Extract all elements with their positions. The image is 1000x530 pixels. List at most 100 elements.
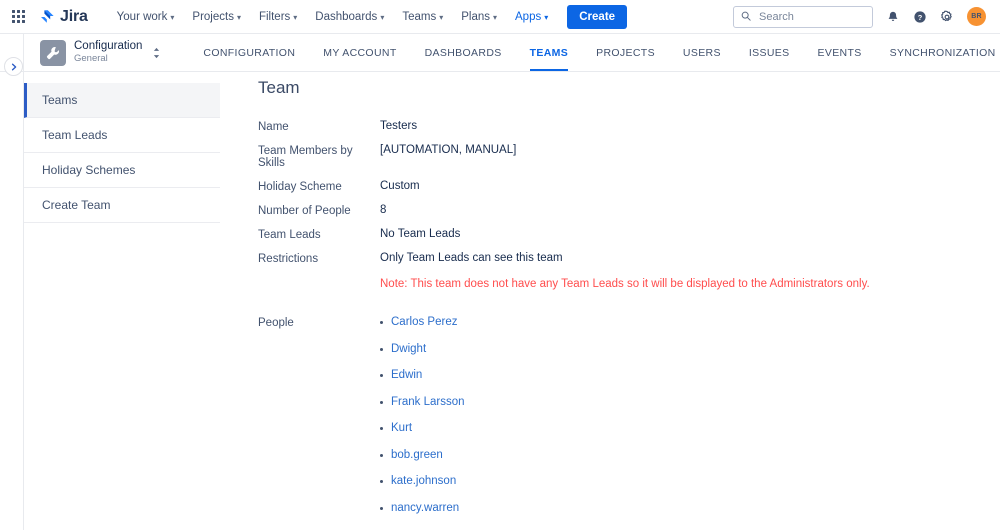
sidebar-item-create-team[interactable]: Create Team — [24, 188, 220, 223]
tab-configuration[interactable]: CONFIGURATION — [189, 34, 309, 71]
nav-item-dashboards[interactable]: Dashboards ▾ — [306, 5, 393, 29]
chevron-down-icon: ▾ — [293, 12, 298, 22]
field-value: [AUTOMATION, MANUAL] — [380, 144, 517, 156]
field-row-team-leads: Team Leads No Team Leads — [258, 228, 1000, 241]
field-label: Name — [258, 121, 289, 133]
chevron-down-icon: ▾ — [170, 12, 175, 22]
field-value: Custom — [380, 180, 420, 192]
nav-item-apps[interactable]: Apps ▾ — [506, 5, 557, 38]
context-subtitle: General — [74, 52, 108, 64]
list-item: Carlos Perez — [380, 316, 465, 328]
list-item: Frank Larsson — [380, 396, 465, 408]
context-switcher[interactable]: Configuration General — [40, 39, 161, 66]
nav-item-label: Your work — [116, 10, 168, 23]
jira-wordmark: Jira — [60, 7, 88, 25]
person-link[interactable]: Edwin — [391, 369, 422, 381]
chevron-down-icon: ▾ — [236, 12, 241, 22]
context-labels: Configuration General — [74, 40, 142, 64]
field-label: Holiday Scheme — [258, 181, 342, 193]
gear-icon[interactable] — [940, 10, 954, 24]
field-value: No Team Leads — [380, 228, 461, 240]
field-label: Number of People — [258, 205, 351, 217]
sidebar-item-label: Team Leads — [42, 128, 108, 142]
person-link[interactable]: bob.green — [391, 449, 443, 461]
people-list: Carlos Perez Dwight Edwin Frank Larsson … — [380, 316, 465, 528]
list-item: Kurt — [380, 422, 465, 434]
tab-events[interactable]: EVENTS — [803, 34, 875, 71]
svg-text:?: ? — [918, 12, 923, 21]
nav-item-label: Dashboards — [315, 10, 378, 23]
person-link[interactable]: Kurt — [391, 422, 412, 434]
sidebar-item-label: Teams — [42, 93, 78, 107]
person-link[interactable]: Dwight — [391, 343, 426, 355]
page-title: Team — [258, 78, 300, 97]
nav-item-label: Apps — [515, 10, 542, 23]
sidebar-item-label: Holiday Schemes — [42, 163, 136, 177]
nav-item-plans[interactable]: Plans ▾ — [452, 5, 506, 29]
search-input[interactable] — [757, 9, 865, 24]
person-link[interactable]: Carlos Perez — [391, 316, 457, 328]
tab-issues[interactable]: ISSUES — [735, 34, 804, 71]
sidebar-item-teams[interactable]: Teams — [24, 83, 220, 118]
chevron-down-icon: ▾ — [493, 12, 498, 22]
jira-home-logo[interactable]: Jira — [39, 8, 88, 26]
chevron-down-icon: ▾ — [544, 12, 549, 22]
global-nav-actions: ? BR — [733, 5, 1000, 28]
tab-dashboards[interactable]: DASHBOARDS — [411, 34, 516, 71]
nav-item-your-work[interactable]: Your work ▾ — [108, 5, 184, 29]
list-item: bob.green — [380, 449, 465, 461]
nav-item-label: Filters — [258, 10, 291, 23]
person-link[interactable]: nancy.warren — [391, 502, 459, 514]
tab-users[interactable]: USERS — [669, 34, 735, 71]
chevron-down-icon: ▾ — [439, 12, 444, 22]
field-row-team-members-by-skills: Team Members by Skills [AUTOMATION, MANU… — [258, 144, 1000, 169]
jira-configuration-page: Jira Your work ▾ Projects ▾ Filters ▾ Da… — [0, 0, 1000, 530]
bell-icon[interactable] — [886, 10, 900, 24]
secondary-sidebar: Teams Team Leads Holiday Schemes Create … — [24, 72, 220, 223]
field-row-holiday-scheme: Holiday Scheme Custom — [258, 180, 1000, 193]
create-button[interactable]: Create — [567, 4, 628, 29]
field-label: Team Members by Skills — [258, 145, 353, 169]
avatar[interactable]: BR — [967, 7, 986, 26]
chevron-updown-icon[interactable] — [152, 46, 161, 60]
field-label: Team Leads — [258, 229, 321, 241]
admin-context-bar: Configuration General CONFIGURATION MY A… — [0, 34, 1000, 72]
wrench-icon — [40, 39, 66, 66]
nav-item-label: Projects — [192, 10, 234, 23]
field-row-restrictions: Restrictions Only Team Leads can see thi… — [258, 252, 1000, 265]
field-value: Testers — [380, 120, 418, 132]
chevron-right-icon[interactable] — [4, 57, 23, 76]
field-row-name: Name Testers — [258, 120, 1000, 133]
tab-synchronization[interactable]: SYNCHRONIZATION — [876, 34, 1000, 71]
list-item: nancy.warren — [380, 502, 465, 514]
sidebar-item-label: Create Team — [42, 198, 111, 212]
tab-teams[interactable]: TEAMS — [516, 34, 583, 71]
nav-item-teams[interactable]: Teams ▾ — [393, 5, 452, 29]
sidebar-item-team-leads[interactable]: Team Leads — [24, 118, 220, 153]
team-detail-panel: Team Name Testers Team Members by Skills… — [258, 78, 1000, 530]
person-link[interactable]: Frank Larsson — [391, 396, 465, 408]
list-item: kate.johnson — [380, 475, 465, 487]
person-link[interactable]: kate.johnson — [391, 475, 456, 487]
apps-grid-icon[interactable] — [12, 10, 25, 23]
context-title: Configuration — [74, 40, 143, 53]
field-value: Only Team Leads can see this team — [380, 252, 563, 264]
tab-projects[interactable]: PROJECTS — [582, 34, 669, 71]
nav-item-label: Plans — [461, 10, 490, 23]
list-item: Edwin — [380, 369, 465, 381]
restrictions-note: Note: This team does not have any Team L… — [380, 278, 870, 290]
nav-item-filters[interactable]: Filters ▾ — [250, 5, 306, 29]
search-box[interactable] — [733, 5, 873, 28]
tab-my-account[interactable]: MY ACCOUNT — [309, 34, 410, 71]
field-row-number-of-people: Number of People 8 — [258, 204, 1000, 217]
sidebar-item-holiday-schemes[interactable]: Holiday Schemes — [24, 153, 220, 188]
nav-item-label: Teams — [402, 10, 437, 23]
jira-mark-icon — [39, 9, 55, 25]
global-navigation-bar: Jira Your work ▾ Projects ▾ Filters ▾ Da… — [0, 0, 1000, 38]
primary-nav-items: Your work ▾ Projects ▾ Filters ▾ Dashboa… — [108, 4, 628, 38]
field-value: 8 — [380, 204, 387, 216]
help-circle-icon[interactable]: ? — [913, 10, 927, 24]
nav-item-projects[interactable]: Projects ▾ — [183, 5, 250, 29]
list-item: Dwight — [380, 343, 465, 355]
admin-tabs: CONFIGURATION MY ACCOUNT DASHBOARDS TEAM… — [189, 34, 1000, 71]
